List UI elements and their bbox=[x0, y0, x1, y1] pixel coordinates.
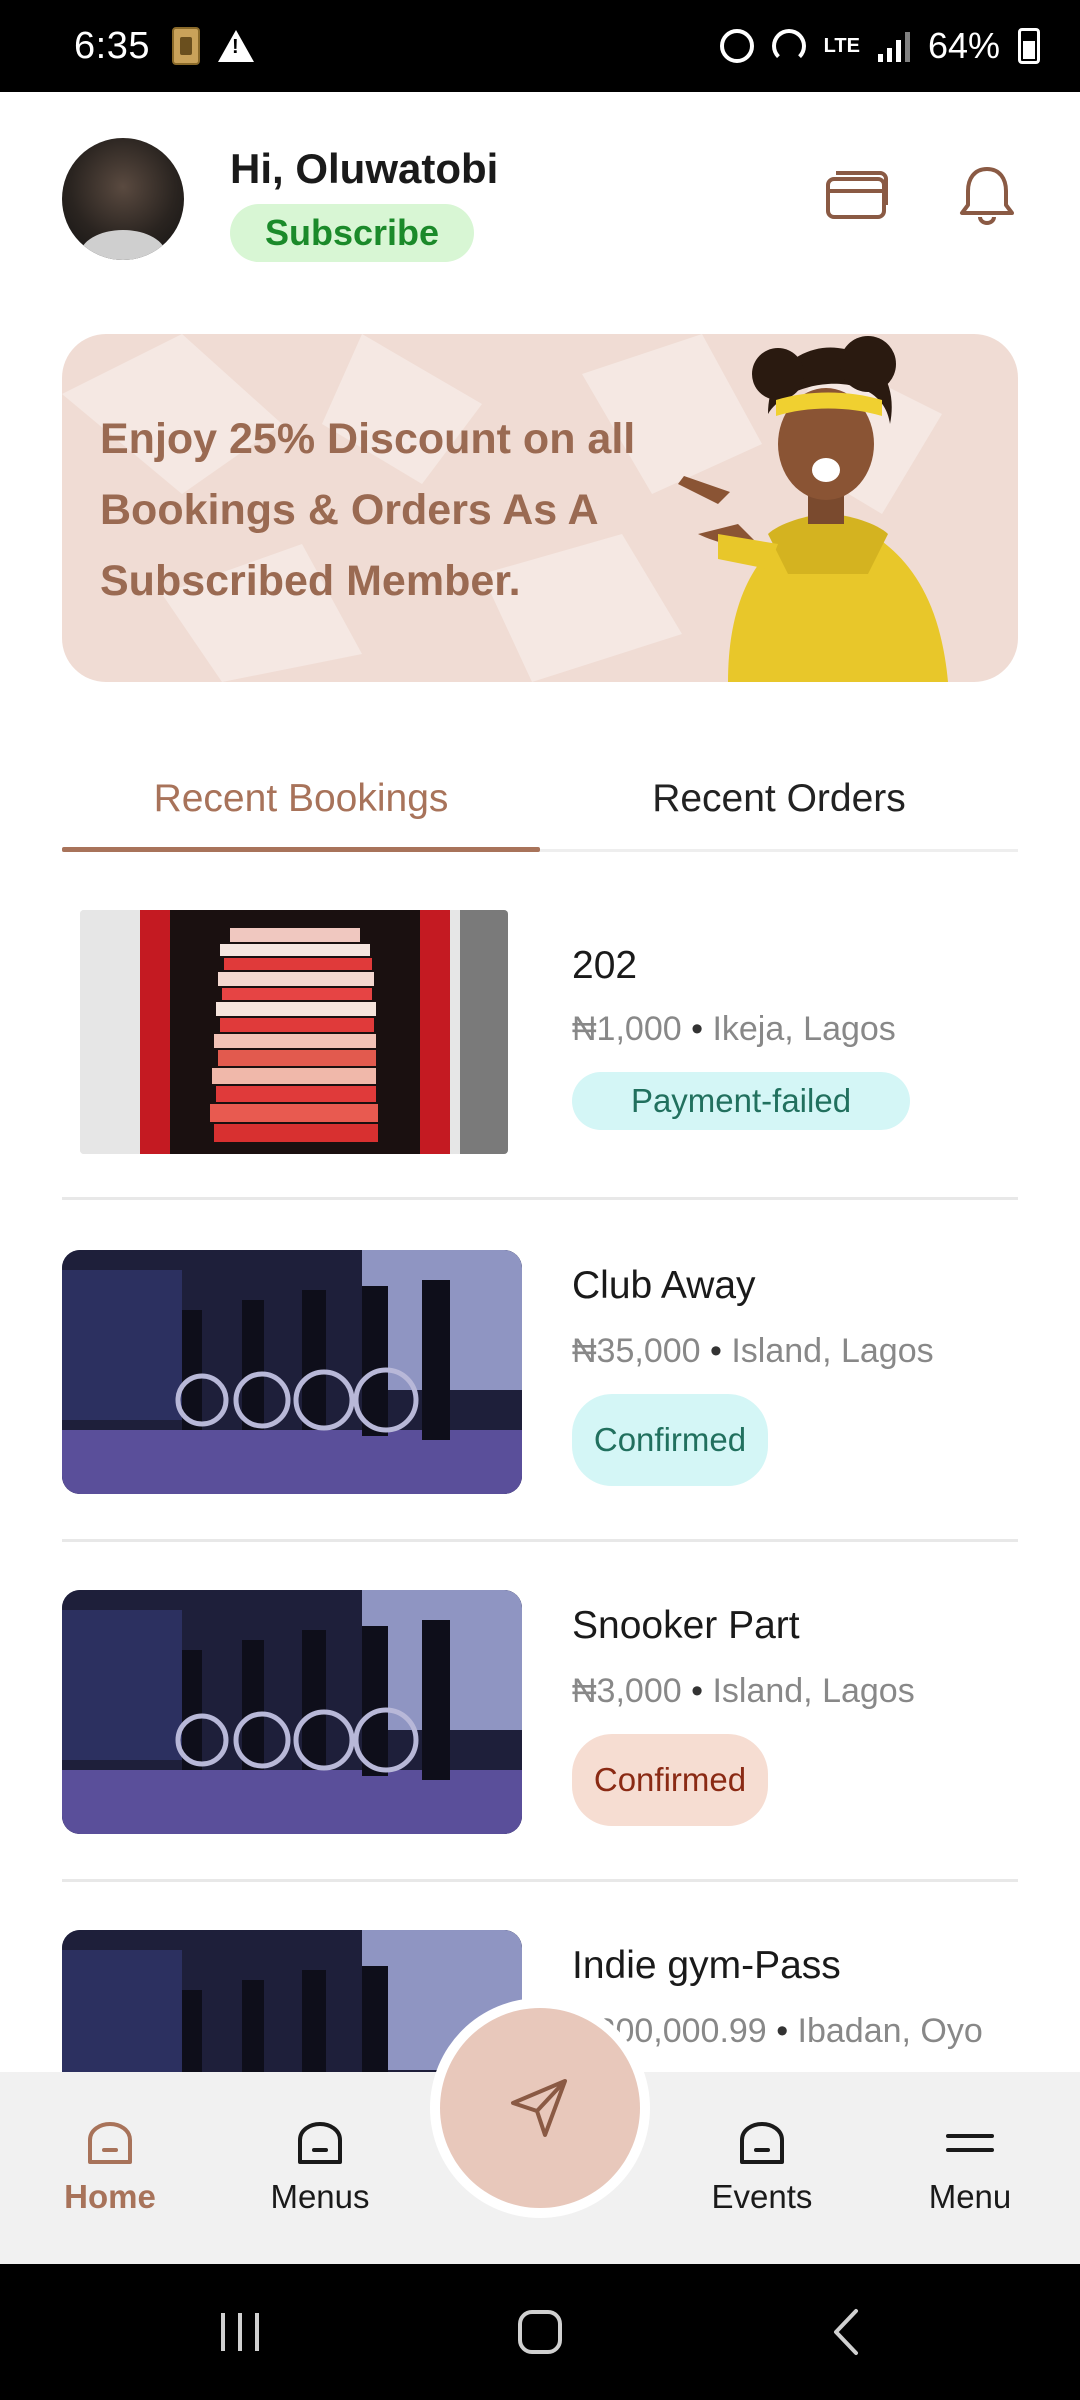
booking-location: Island, Lagos bbox=[712, 1672, 915, 1710]
dot-separator: • bbox=[710, 1332, 732, 1370]
battery-percent: 64% bbox=[927, 25, 1000, 66]
bell-icon[interactable] bbox=[952, 165, 1022, 225]
cards-icon[interactable] bbox=[822, 165, 892, 225]
status-badge: Confirmed bbox=[572, 1734, 768, 1826]
back-button[interactable] bbox=[806, 2264, 886, 2400]
signal-icon bbox=[877, 30, 910, 62]
dot-separator: • bbox=[691, 1010, 713, 1048]
menus-icon bbox=[298, 2122, 342, 2164]
booking-title: 202 bbox=[572, 944, 638, 987]
gym-image bbox=[62, 1590, 522, 1834]
subscribe-button[interactable]: Subscribe bbox=[230, 204, 474, 262]
dot-separator: • bbox=[691, 1672, 713, 1710]
booking-title: Club Away bbox=[572, 1264, 756, 1307]
battery-icon bbox=[1018, 28, 1040, 64]
tab-recent-bookings[interactable]: Recent Bookings bbox=[62, 748, 540, 852]
back-chevron-icon bbox=[834, 2309, 858, 2355]
status-bar: 6:35 LTE 64% bbox=[0, 0, 1080, 92]
greeting: Hi, Oluwatobi bbox=[230, 145, 499, 192]
nav-events[interactable]: Events bbox=[692, 2072, 832, 2264]
booking-item[interactable]: Club Away ₦35,000 • Island, Lagos Confir… bbox=[62, 1202, 1018, 1542]
booking-price: ₦1,000 bbox=[572, 1010, 682, 1048]
status-badge: Payment-failed bbox=[572, 1072, 910, 1130]
system-nav-bar bbox=[0, 2264, 1080, 2400]
booking-location: Ikeja, Lagos bbox=[712, 1010, 896, 1048]
send-icon bbox=[511, 2079, 567, 2137]
booking-meta: ₦200,000.99 • Ibadan, Oyo bbox=[572, 2012, 983, 2051]
booking-location: Ibadan, Oyo bbox=[797, 2012, 983, 2050]
booking-item[interactable]: Snooker Part ₦3,000 • Island, Lagos Conf… bbox=[62, 1542, 1018, 1882]
banner-text: Enjoy 25% Discount on all Bookings & Ord… bbox=[100, 415, 636, 605]
home-icon bbox=[88, 2122, 132, 2164]
booking-meta: ₦3,000 • Island, Lagos bbox=[572, 1672, 915, 1711]
booking-title: Snooker Part bbox=[572, 1604, 800, 1647]
status-badge: Confirmed bbox=[572, 1394, 768, 1486]
avatar[interactable] bbox=[62, 138, 184, 260]
status-time: 6:35 bbox=[74, 24, 150, 67]
booking-meta: ₦1,000 • Ikeja, Lagos bbox=[572, 1010, 896, 1049]
nav-label: Menus bbox=[270, 2178, 370, 2215]
booking-thumbnail bbox=[62, 1590, 522, 1834]
booking-thumbnail bbox=[80, 910, 508, 1154]
gym-image bbox=[62, 1250, 522, 1494]
nav-label: Menu bbox=[928, 2178, 1012, 2215]
recent-apps-button[interactable] bbox=[200, 2264, 280, 2400]
booking-location: Island, Lagos bbox=[731, 1332, 934, 1370]
nav-label: Home bbox=[64, 2178, 156, 2215]
booking-meta: ₦35,000 • Island, Lagos bbox=[572, 1332, 934, 1371]
tab-recent-orders[interactable]: Recent Orders bbox=[540, 748, 1018, 849]
nav-menu[interactable]: Menu bbox=[900, 2072, 1040, 2264]
books-image bbox=[80, 910, 508, 1154]
tab-bar: Recent Bookings Recent Orders bbox=[62, 748, 1018, 852]
booking-title: Indie gym-Pass bbox=[572, 1944, 841, 1987]
nav-menus[interactable]: Menus bbox=[250, 2072, 390, 2264]
booking-thumbnail bbox=[62, 1250, 522, 1494]
warning-icon bbox=[217, 30, 254, 62]
lte-indicator: LTE bbox=[823, 35, 860, 57]
status-icons: LTE 64% bbox=[719, 25, 1040, 67]
nav-home[interactable]: Home bbox=[40, 2072, 180, 2264]
sim-card-icon bbox=[171, 27, 200, 65]
recent-apps-icon bbox=[221, 2313, 259, 2351]
hotspot-icon bbox=[771, 29, 806, 63]
booking-item[interactable]: 202 ₦1,000 • Ikeja, Lagos Payment-failed bbox=[62, 860, 1018, 1200]
nav-label: Events bbox=[711, 2178, 813, 2215]
send-fab-button[interactable] bbox=[440, 2008, 640, 2208]
booking-price: ₦35,000 bbox=[572, 1332, 701, 1370]
alarm-icon bbox=[719, 29, 754, 63]
home-system-button[interactable] bbox=[500, 2264, 580, 2400]
dot-separator: • bbox=[776, 2012, 798, 2050]
promo-banner[interactable]: Enjoy 25% Discount on all Bookings & Ord… bbox=[62, 334, 1018, 682]
promo-person-image bbox=[678, 336, 948, 682]
events-icon bbox=[740, 2122, 784, 2164]
home-square-icon bbox=[518, 2310, 562, 2354]
menu-icon bbox=[946, 2134, 994, 2152]
booking-price: ₦3,000 bbox=[572, 1672, 682, 1710]
